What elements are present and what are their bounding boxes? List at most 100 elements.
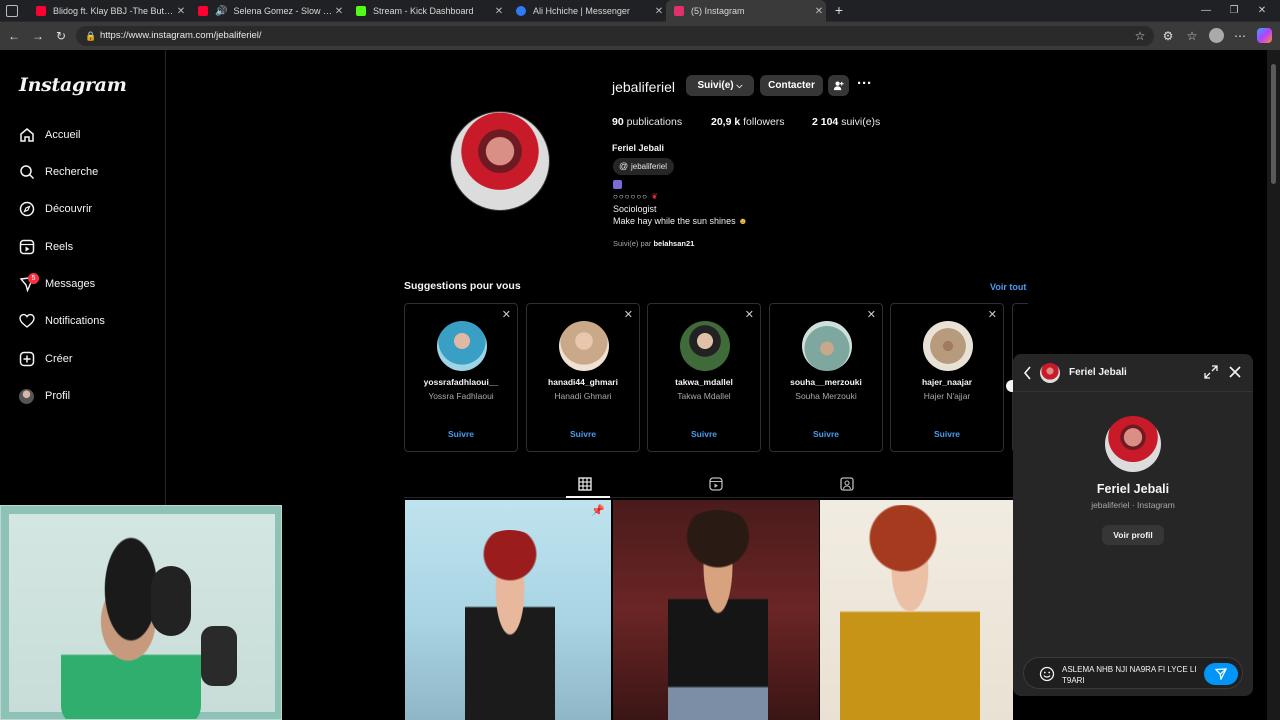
post-thumbnail[interactable]: 📌: [405, 500, 611, 720]
suggestion-card: ✕ hajer_naajar Hajer N'ajjar Suivre: [890, 303, 1004, 452]
chat-header-name[interactable]: Feriel Jebali: [1069, 367, 1127, 378]
chat-avatar-small[interactable]: [1040, 363, 1060, 383]
follow-button[interactable]: Suivre: [527, 429, 639, 439]
suggestion-username[interactable]: souha__merzouki: [770, 377, 882, 387]
post-thumbnail[interactable]: [820, 500, 1013, 720]
suggestion-card: ✕ takwa_mdallel Takwa Mdallel Suivre: [647, 303, 761, 452]
messenger-favicon-icon: [516, 6, 526, 16]
collections-icon[interactable]: ☆: [1184, 28, 1200, 44]
suggest-users-button[interactable]: [828, 75, 849, 96]
followers-count[interactable]: 20,9 k followers: [711, 116, 785, 128]
message-draft-text: ASLEMA NHB NJI NA9RA FI LYCE LI T9ARI: [1062, 665, 1197, 685]
chat-avatar-large[interactable]: [1105, 416, 1161, 472]
suggestion-avatar[interactable]: [559, 321, 609, 371]
tab-close-icon[interactable]: ✕: [492, 6, 506, 17]
see-all-link[interactable]: Voir tout: [990, 282, 1026, 292]
follow-button[interactable]: Suivre: [891, 429, 1003, 439]
sidebar-item-notifications[interactable]: Notifications: [18, 309, 105, 333]
scrollbar-thumb[interactable]: [1271, 64, 1276, 184]
instagram-logo[interactable]: Instagram: [19, 74, 127, 96]
suggestion-username[interactable]: takwa_mdallel: [648, 377, 760, 387]
profile-avatar[interactable]: [450, 111, 550, 211]
emoji-icon[interactable]: [1039, 666, 1055, 682]
bio-line-1: Sociologist: [613, 204, 657, 214]
tab-tagged[interactable]: [837, 474, 857, 494]
browser-profile-avatar[interactable]: [1209, 28, 1224, 43]
browser-tab[interactable]: 🔊 Selena Gomez - Slow Down ✕: [190, 0, 346, 22]
threads-badge[interactable]: @ jebaliferiel: [613, 158, 675, 175]
browser-tab[interactable]: Blidog ft. Klay BBJ -The Butchers ✕: [28, 0, 188, 22]
following-button[interactable]: Suivi(e) ⌵: [686, 75, 754, 96]
expand-icon[interactable]: [1203, 364, 1219, 380]
send-button[interactable]: [1204, 663, 1238, 685]
dismiss-icon[interactable]: ✕: [745, 308, 754, 321]
window-close-icon[interactable]: ✕: [1246, 0, 1278, 22]
reload-icon[interactable]: ↻: [53, 28, 69, 44]
grid-icon: [578, 477, 592, 491]
chevron-left-icon[interactable]: [1021, 364, 1035, 382]
post-figure: [668, 510, 768, 720]
suggestion-avatar[interactable]: [437, 321, 487, 371]
follow-button[interactable]: Suivre: [770, 429, 882, 439]
followed-by[interactable]: Suivi(e) par belahsan21: [613, 239, 694, 248]
suggestion-username[interactable]: hajer_naajar: [891, 377, 1003, 387]
sidebar-item-home[interactable]: Accueil: [18, 123, 80, 147]
follow-button[interactable]: Suivre: [648, 429, 760, 439]
tab-posts[interactable]: [575, 474, 595, 494]
bio-line-2: Make hay while the sun shines ☻: [613, 216, 748, 226]
close-icon[interactable]: [1227, 364, 1243, 380]
chat-full-name: Feriel Jebali: [1096, 482, 1170, 496]
browser-tab[interactable]: Ali Hchiche | Messenger ✕: [508, 0, 666, 22]
suggestion-name: Takwa Mdallel: [677, 391, 731, 401]
tab-reels[interactable]: [706, 474, 726, 494]
tab-close-icon[interactable]: ✕: [652, 6, 666, 17]
browser-tab-active[interactable]: (5) Instagram ✕: [666, 0, 826, 22]
sidebar-item-explore[interactable]: Découvrir: [18, 197, 92, 221]
speaker-icon[interactable]: 🔊: [215, 6, 227, 17]
sidebar-item-reels[interactable]: Reels: [18, 235, 73, 259]
window-menu-icon[interactable]: [6, 5, 18, 17]
suggestion-username[interactable]: hanadi44_ghmari: [527, 377, 639, 387]
suggestion-avatar[interactable]: [923, 321, 973, 371]
bio-decorations: ○○○○○○ ❦: [613, 192, 659, 201]
following-count[interactable]: 2 104 suivi(e)s: [812, 116, 880, 128]
tab-close-icon[interactable]: ✕: [332, 6, 346, 17]
suggestion-avatar[interactable]: [802, 321, 852, 371]
follow-button[interactable]: Suivre: [405, 429, 517, 439]
copilot-icon[interactable]: [1257, 28, 1272, 43]
contact-button[interactable]: Contacter: [760, 75, 823, 96]
post-figure: [840, 505, 980, 720]
back-icon[interactable]: ←: [6, 28, 22, 44]
chat-header: Feriel Jebali: [1013, 354, 1253, 392]
dismiss-icon[interactable]: ✕: [988, 308, 997, 321]
new-tab-button[interactable]: +: [832, 3, 846, 17]
page-scrollbar[interactable]: [1267, 50, 1280, 720]
view-profile-button[interactable]: Voir profil: [1102, 525, 1164, 545]
favorite-star-icon[interactable]: ☆: [1132, 28, 1148, 44]
dismiss-icon[interactable]: ✕: [624, 308, 633, 321]
suggestion-avatar[interactable]: [680, 321, 730, 371]
sidebar-item-profile[interactable]: Profil: [18, 384, 70, 408]
forward-icon[interactable]: →: [30, 28, 46, 44]
more-options-icon[interactable]: ···: [857, 76, 872, 91]
sidebar-item-search[interactable]: Recherche: [18, 160, 98, 184]
post-thumbnail[interactable]: [613, 500, 819, 720]
url-input[interactable]: 🔒 https://www.instagram.com/jebaliferiel…: [76, 26, 1154, 46]
tab-close-icon[interactable]: ✕: [174, 6, 188, 17]
chevron-down-icon: ⌵: [736, 81, 743, 90]
extensions-icon[interactable]: ⚙: [1160, 28, 1176, 44]
browser-tab[interactable]: Stream - Kick Dashboard ✕: [348, 0, 506, 22]
dismiss-icon[interactable]: ✕: [867, 308, 876, 321]
more-menu-icon[interactable]: ⋯: [1232, 28, 1248, 44]
sidebar-item-messages[interactable]: 5 Messages: [18, 272, 95, 296]
tab-close-icon[interactable]: ✕: [812, 6, 826, 17]
search-icon: [18, 164, 35, 181]
message-input[interactable]: ASLEMA NHB NJI NA9RA FI LYCE LI T9ARI: [1023, 657, 1243, 689]
avatar-icon: [18, 388, 35, 405]
suggestion-username[interactable]: yossrafadhlaoui__: [405, 377, 517, 387]
site-info-icon[interactable]: 🔒: [85, 26, 96, 46]
dismiss-icon[interactable]: ✕: [502, 308, 511, 321]
sidebar-item-create[interactable]: Créer: [18, 347, 73, 371]
suggestion-name: Hanadi Ghmari: [554, 391, 612, 401]
sun-emoji-icon: ☻: [738, 216, 748, 226]
